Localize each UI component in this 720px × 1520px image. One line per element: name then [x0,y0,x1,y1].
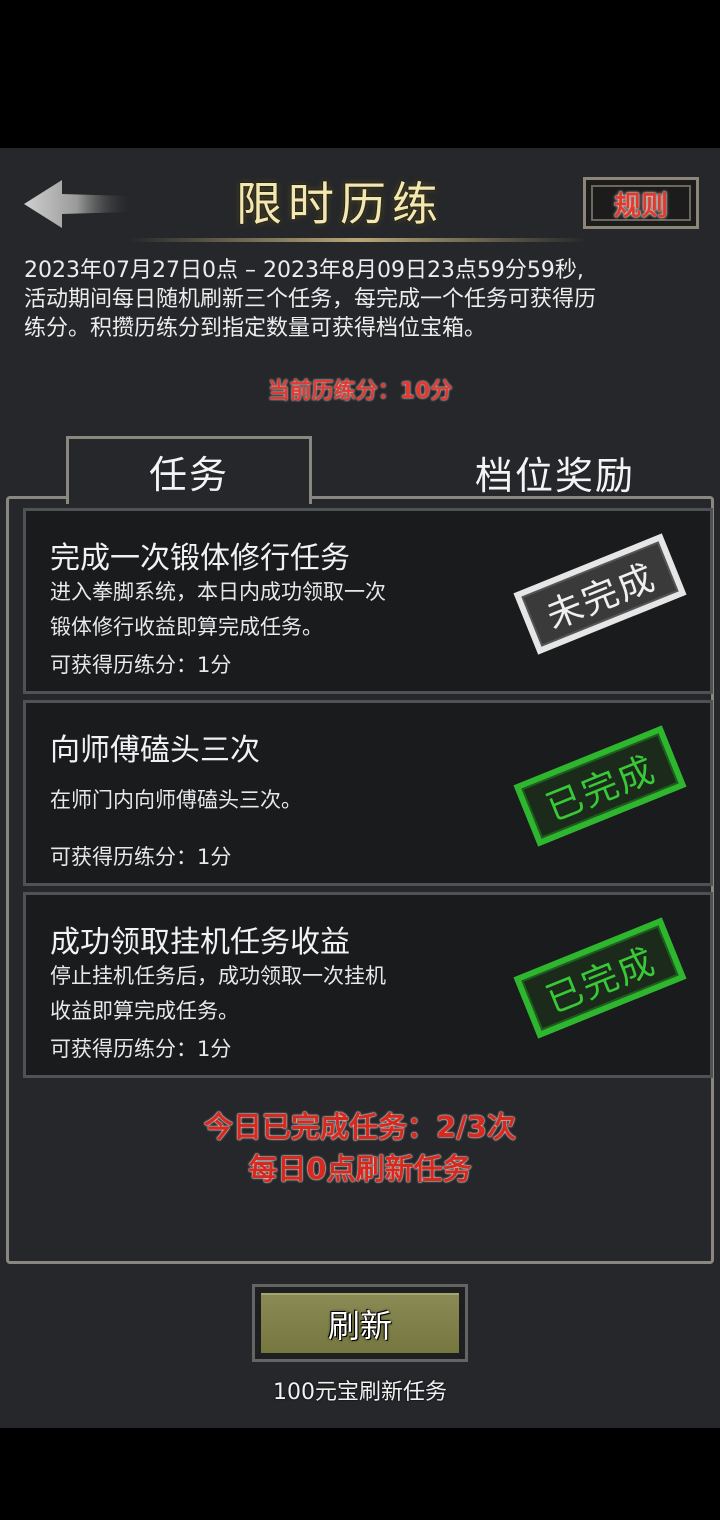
title-divider [128,238,588,242]
tab-tier-rewards[interactable]: 档位奖励 [440,440,670,504]
refresh-button-label: 刷新 [327,1307,392,1345]
status-stamp-label: 未完成 [540,556,662,638]
rules-button[interactable]: 规则 [583,177,699,229]
event-description: 2023年07月27日0点 – 2023年8月09日23点59分59秒, 活动期… [24,256,704,343]
refresh-button[interactable]: 刷新 [261,1293,459,1353]
task-title: 完成一次锻体修行任务 [50,541,350,576]
task-points: 可获得历练分：1分 [50,1037,232,1061]
task-title: 成功领取挂机任务收益 [50,925,350,960]
task-description-line: 在师门内向师傅磕头三次。 [50,788,302,812]
task-points: 可获得历练分：1分 [50,845,232,869]
task-description-line: 进入拳脚系统，本日内成功领取一次 [50,580,386,604]
daily-summary: 今日已完成任务：2/3次 每日0点刷新任务 [0,1106,720,1190]
description-line: 活动期间每日随机刷新三个任务，每完成一个任务可获得历 [24,287,597,312]
status-stamp-complete: 已完成 [513,917,687,1039]
refresh-note: 每日0点刷新任务 [248,1152,472,1186]
status-stamp-label: 已完成 [540,940,662,1022]
tab-label: 档位奖励 [474,453,635,498]
task-card: 完成一次锻体修行任务 进入拳脚系统，本日内成功领取一次 锻体修行收益即算完成任务… [23,508,713,694]
status-stamp-label: 已完成 [540,748,662,830]
status-stamp-incomplete: 未完成 [513,533,687,655]
task-points: 可获得历练分：1分 [50,653,232,677]
rules-button-label: 规则 [614,190,668,222]
completed-count: 今日已完成任务：2/3次 [204,1110,516,1144]
tab-label: 任务 [148,453,229,497]
page-title: 限时历练 [236,177,444,231]
task-description: 停止挂机任务后，成功领取一次挂机 收益即算完成任务。 [50,959,450,1029]
task-description-line: 收益即算完成任务。 [50,999,239,1023]
task-description: 在师门内向师傅磕头三次。 [50,783,450,818]
task-card: 向师傅磕头三次 在师门内向师傅磕头三次。 可获得历练分：1分 已完成 [23,700,713,886]
status-stamp-complete: 已完成 [513,725,687,847]
refresh-cost: 100元宝刷新任务 [273,1380,447,1405]
current-score: 当前历练分：10分 [267,379,453,404]
tab-tasks[interactable]: 任务 [66,436,312,504]
task-card: 成功领取挂机任务收益 停止挂机任务后，成功领取一次挂机 收益即算完成任务。 可获… [23,892,713,1078]
description-line: 2023年07月27日0点 – 2023年8月09日23点59分59秒, [24,258,584,283]
task-title: 向师傅磕头三次 [50,733,260,768]
task-description-line: 锻体修行收益即算完成任务。 [50,615,323,639]
task-description-line: 停止挂机任务后，成功领取一次挂机 [50,964,386,988]
refresh-button-frame: 刷新 [252,1284,468,1362]
description-line: 练分。积攒历练分到指定数量可获得档位宝箱。 [24,316,487,341]
task-description: 进入拳脚系统，本日内成功领取一次 锻体修行收益即算完成任务。 [50,575,450,645]
